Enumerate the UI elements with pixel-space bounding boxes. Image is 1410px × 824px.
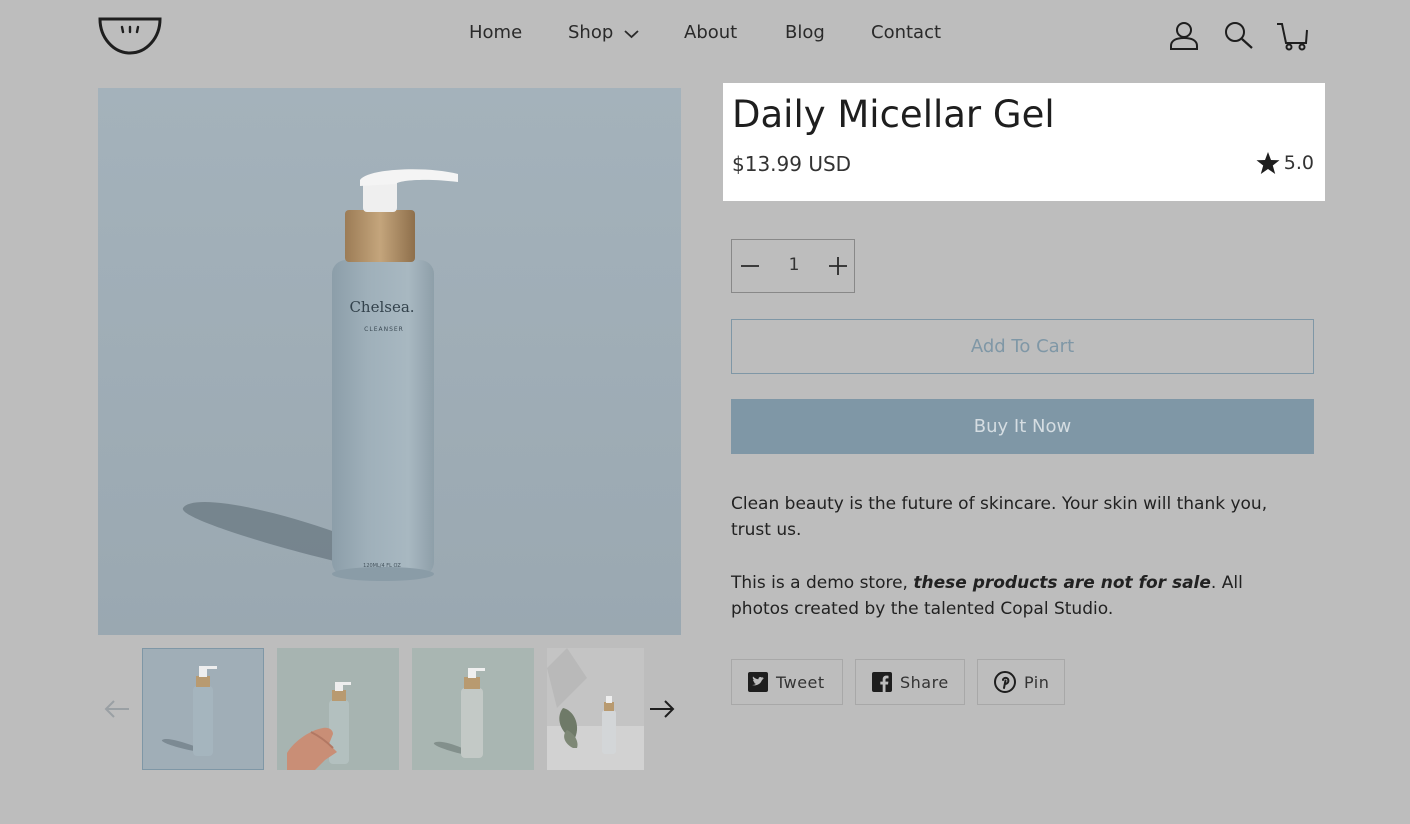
note-prefix: This is a demo store, [731,573,914,593]
quantity-stepper [731,239,855,293]
product-price: $13.99 USD [732,152,852,176]
add-to-cart-button[interactable]: Add To Cart [731,319,1314,374]
search-icon[interactable] [1223,20,1255,52]
rating-value: 5.0 [1283,152,1314,174]
bottle-brand-text: Chelsea. [349,298,414,316]
product-description: Clean beauty is the future of skincare. … [731,494,1268,540]
product-main-image[interactable]: Chelsea. CLEANSER 120ML/4 FL OZ [98,88,681,635]
product-title: Daily Micellar Gel [732,93,1055,136]
chevron-down-icon [624,30,639,39]
product-rating[interactable]: 5.0 [1256,149,1314,177]
cart-icon[interactable] [1276,20,1308,52]
demo-store-note: This is a demo store, these products are… [731,570,1301,622]
quantity-increase-button[interactable] [824,252,852,280]
nav-contact[interactable]: Contact [871,22,941,43]
thumbnail-1[interactable] [142,648,264,770]
cleanser-bottle-photo: Chelsea. CLEANSER 120ML/4 FL OZ [98,88,681,635]
pinterest-icon [994,671,1016,693]
thumbnail-4[interactable] [547,648,644,770]
plus-icon [829,257,847,275]
quantity-decrease-button[interactable] [736,252,764,280]
nav-shop-label: Shop [568,22,614,43]
tweet-label: Tweet [776,672,825,692]
nav-shop[interactable]: Shop [568,22,639,43]
facebook-icon [872,672,892,692]
buy-now-button[interactable]: Buy It Now [731,399,1314,454]
share-label: Share [900,672,949,692]
bottle-volume-text: 120ML/4 FL OZ [363,563,401,569]
nav-blog[interactable]: Blog [785,22,825,43]
bottle-type-text: CLEANSER [364,326,404,333]
tweet-button[interactable]: Tweet [731,659,843,705]
star-icon [1256,152,1280,174]
nav-home[interactable]: Home [469,22,522,43]
user-account-icon[interactable] [1168,20,1200,52]
product-header: Daily Micellar Gel $13.99 USD 5.0 [723,83,1325,201]
quantity-input[interactable] [772,255,816,275]
note-emphasis: these products are not for sale [913,573,1211,593]
twitter-icon [748,672,768,692]
thumbnail-2[interactable] [277,648,399,770]
pin-label: Pin [1024,672,1050,692]
thumbnail-carousel [98,648,681,770]
arrow-left-icon[interactable] [102,694,132,724]
nav-about[interactable]: About [684,22,737,43]
arrow-right-icon[interactable] [647,694,677,724]
pinterest-pin-button[interactable]: Pin [977,659,1065,705]
facebook-share-button[interactable]: Share [855,659,965,705]
minus-icon [741,265,759,267]
thumbnail-3[interactable] [412,648,534,770]
